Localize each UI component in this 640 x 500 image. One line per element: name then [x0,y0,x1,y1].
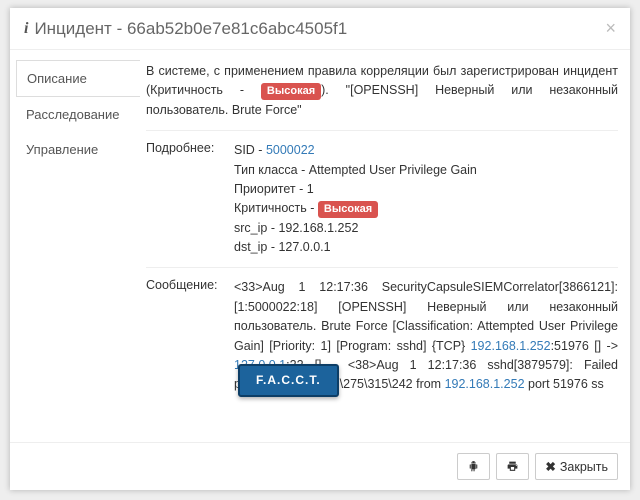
details-row: Подробнее: SID - 5000022 Тип класса - At… [146,131,618,268]
modal-footer: ✖ Закрыть [10,442,630,490]
dst-ip: dst_ip - 127.0.0.1 [234,240,331,254]
priority: Приоритет - 1 [234,182,314,196]
close-label: Закрыть [560,460,608,474]
sid-link[interactable]: 5000022 [266,143,315,157]
modal-header: i Инцидент - 66ab52b0e7e81c6abc4505f1 × [10,8,630,49]
modal-title: Инцидент - 66ab52b0e7e81c6abc4505f1 [34,19,347,39]
src-ip: src_ip - 192.168.1.252 [234,221,358,235]
severity-badge-2: Высокая [318,201,378,218]
incident-modal: i Инцидент - 66ab52b0e7e81c6abc4505f1 × … [10,8,630,490]
android-icon [467,460,480,473]
close-icon[interactable]: × [605,18,616,39]
msg-t2: :51976 [] -> [551,339,618,353]
tab-description[interactable]: Описание [16,60,140,97]
tab-investigation[interactable]: Расследование [16,97,140,132]
facct-overlay: F.A.C.C.T. [238,364,339,397]
class-type: Тип класса - Attempted User Privilege Ga… [234,163,477,177]
tab-management[interactable]: Управление [16,132,140,167]
tabs: Описание Расследование Управление [10,56,140,442]
message-label: Сообщение: [146,278,234,394]
x-icon: ✖ [545,459,555,474]
print-icon [506,460,519,473]
msg-t4: from [413,377,445,391]
message-value: <33>Aug 1 12:17:36 SecurityCapsuleSIEMCo… [234,278,618,394]
severity-label: Критичность - [234,201,318,215]
android-button[interactable] [457,453,490,480]
severity-badge: Высокая [261,83,321,100]
details-label: Подробнее: [146,141,234,257]
incident-description: В системе, с применением правила корреля… [146,62,618,131]
msg-t5: port 51976 ss [525,377,604,391]
msg-ip3[interactable]: 192.168.1.252 [445,377,525,391]
print-button[interactable] [496,453,529,480]
msg-ip1[interactable]: 192.168.1.252 [471,339,551,353]
sid-label: SID - [234,143,266,157]
message-row: Сообщение: <33>Aug 1 12:17:36 SecurityCa… [146,268,618,404]
tab-content: В системе, с применением правила корреля… [140,56,630,442]
info-icon: i [24,20,28,38]
modal-body: Описание Расследование Управление В сист… [10,49,630,442]
close-button[interactable]: ✖ Закрыть [535,453,618,480]
details-value: SID - 5000022 Тип класса - Attempted Use… [234,141,618,257]
